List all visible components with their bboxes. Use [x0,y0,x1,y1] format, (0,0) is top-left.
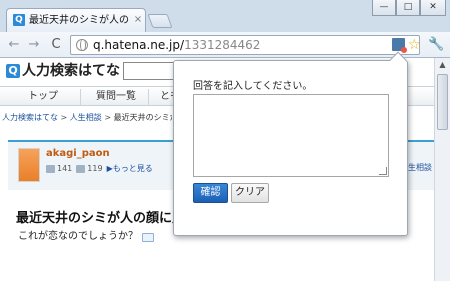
breadcrumb-current: 最近天井のシミが人の [113,113,172,122]
vertical-scrollbar[interactable]: ▲ [434,58,450,281]
close-window-button[interactable]: ✕ [420,0,446,16]
bookmark-star-icon[interactable]: ☆ [408,36,422,54]
browser-toolbar: ← → C q.hatena.ne.jp/1331284462 ☆ 🔧 [0,32,450,58]
question-count: 119 [87,164,103,173]
breadcrumb-category[interactable]: 人生相談 [70,113,102,122]
forward-arrow-icon[interactable]: → [26,37,42,53]
more-link[interactable]: ▶もっと見る [107,163,153,175]
answer-popup: 回答を記入してください。 確認 クリア [173,51,408,236]
question-count-icon [76,165,86,173]
globe-icon [76,39,88,51]
breadcrumb-separator: > [104,113,114,122]
link-icon[interactable] [142,232,154,242]
nav-divider [148,89,149,105]
nav-item-top[interactable]: トップ [28,90,58,104]
url-path: 1331284462 [184,38,261,52]
maximize-button[interactable]: □ [396,0,420,16]
logo-mark-icon: Q [6,64,20,78]
tab-active[interactable]: Q 最近天井のシミが人の顔に × [6,8,146,32]
nav-divider [80,89,81,105]
tab-close-icon[interactable]: × [133,14,143,26]
url-text[interactable]: q.hatena.ne.jp/1331284462 [93,38,260,52]
breadcrumb: 人力検索はてな > 人生相談 > 最近天井のシミが人の [2,111,172,125]
logo-text: 人力検索はてな [22,63,120,79]
tab-favicon-icon: Q [13,14,25,26]
scroll-up-icon[interactable]: ▲ [435,58,450,72]
browser-window: Q 最近天井のシミが人の顔に × — □ ✕ ← → C q.hatena.ne… [0,0,450,281]
tab-title: 最近天井のシミが人の顔に [29,15,129,26]
avatar[interactable] [18,148,40,182]
minimize-button[interactable]: — [372,0,396,16]
question-text: これが恋なのでしょうか？ [18,231,138,242]
clear-button[interactable]: クリア [231,183,269,203]
back-arrow-icon[interactable]: ← [6,37,22,53]
address-bar[interactable]: q.hatena.ne.jp/1331284462 ☆ [70,35,422,55]
user-stats: 141 119 ▶もっと見る [46,163,153,175]
nav-item-questions[interactable]: 質問一覧 [96,90,136,104]
reload-icon[interactable]: C [48,37,64,53]
answer-textarea[interactable] [193,94,389,177]
new-tab-button[interactable] [147,14,173,28]
question-title: 最近天井のシミが人の顔に見え [16,211,186,226]
answer-count: 141 [57,164,73,173]
wrench-menu-icon[interactable]: 🔧 [428,37,444,53]
page-action-icon[interactable] [392,38,407,53]
answer-count-icon [46,165,55,173]
resize-grip-icon[interactable] [379,167,387,175]
breadcrumb-separator: > [60,113,70,122]
tab-strip: Q 最近天井のシミが人の顔に × — □ ✕ [0,0,450,32]
site-logo[interactable]: Q 人力検索はてな [6,62,120,80]
question-body: これが恋なのでしょうか？ [18,230,154,244]
scroll-thumb[interactable] [437,74,448,130]
username-link[interactable]: akagi_paon [46,148,110,160]
confirm-button[interactable]: 確認 [193,183,228,203]
url-host: q.hatena.ne.jp/ [93,38,185,52]
window-controls: — □ ✕ [372,0,446,16]
answer-prompt-label: 回答を記入してください。 [193,81,313,92]
breadcrumb-home[interactable]: 人力検索はてな [2,113,58,122]
